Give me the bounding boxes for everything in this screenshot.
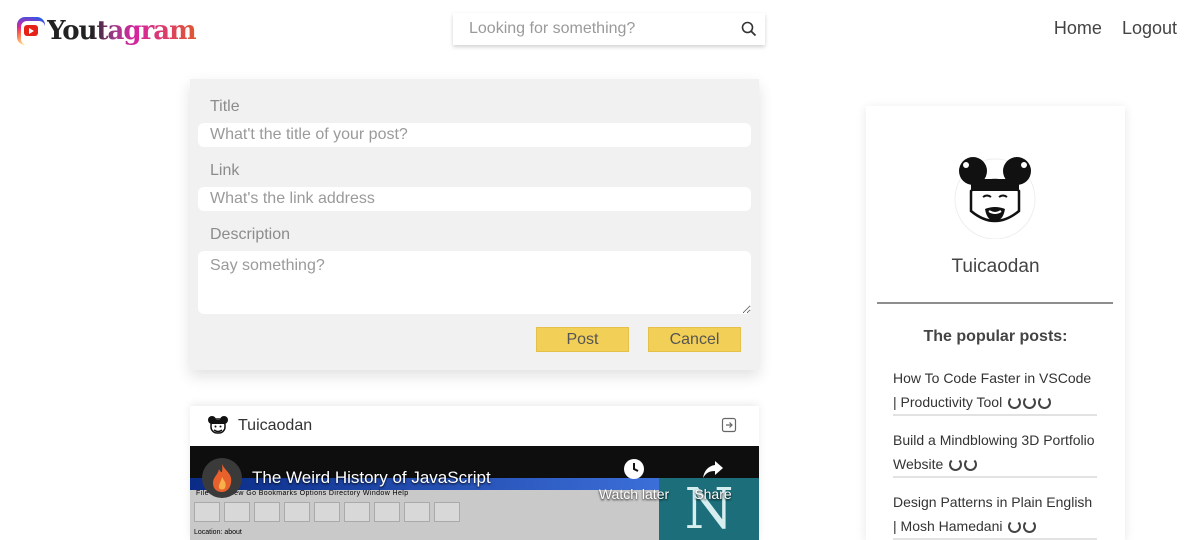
title-input[interactable] — [198, 123, 751, 147]
loading-icon — [1008, 520, 1022, 533]
create-post-form: Title Link Description Post Cancel — [190, 79, 759, 370]
profile-username: Tuicaodan — [951, 256, 1040, 277]
watch-later-button[interactable]: Watch later — [598, 458, 670, 502]
link-label: Link — [210, 162, 240, 179]
search-bar — [453, 13, 765, 45]
popular-post-title: Design Patterns in Plain English | Mosh … — [893, 494, 1093, 534]
popular-post-item[interactable]: How To Code Faster in VSCode | Productiv… — [893, 366, 1097, 416]
popular-post-title: How To Code Faster in VSCode | Productiv… — [893, 370, 1092, 410]
link-input[interactable] — [198, 187, 751, 211]
channel-avatar-icon[interactable] — [202, 458, 242, 498]
video-title[interactable]: The Weird History of JavaScript — [252, 468, 491, 488]
loading-icon — [1038, 396, 1052, 409]
share-button[interactable]: Share — [690, 458, 736, 502]
feed-post-card: Tuicaodan File Edit View Go Bookmarks Op… — [190, 406, 759, 540]
logo-icon — [17, 17, 45, 45]
nav-home-link[interactable]: Home — [1054, 18, 1102, 39]
description-textarea[interactable] — [198, 251, 751, 314]
exit-icon[interactable] — [721, 417, 737, 433]
description-label: Description — [210, 226, 291, 243]
cancel-button[interactable]: Cancel — [648, 327, 741, 352]
profile-avatar[interactable] — [947, 151, 1043, 239]
share-label: Share — [694, 486, 732, 502]
loading-icon — [1023, 396, 1037, 409]
author-avatar — [208, 416, 228, 434]
top-nav: Home Logout — [1054, 18, 1177, 39]
loading-icon — [964, 458, 978, 471]
post-button[interactable]: Post — [536, 327, 629, 352]
loading-icon — [1008, 396, 1022, 409]
thumbnail-location-text: Location: about — [194, 529, 242, 536]
thumbnail-menu-text: File Edit View Go Bookmarks Options Dire… — [196, 490, 409, 497]
video-player[interactable]: File Edit View Go Bookmarks Options Dire… — [190, 446, 759, 540]
logo-text: Youtagram — [47, 16, 197, 46]
share-icon — [703, 461, 723, 478]
divider — [877, 302, 1113, 304]
search-input[interactable] — [453, 13, 733, 45]
post-header: Tuicaodan — [190, 406, 759, 446]
title-label: Title — [210, 98, 240, 115]
popular-post-title: Build a Mindblowing 3D Portfolio Website — [893, 432, 1095, 472]
watch-later-label: Watch later — [598, 486, 670, 502]
popular-post-item[interactable]: Build a Mindblowing 3D Portfolio Website — [893, 428, 1097, 478]
loading-icon — [949, 458, 963, 471]
clock-icon — [624, 459, 644, 479]
popular-post-item[interactable]: Design Patterns in Plain English | Mosh … — [893, 490, 1097, 540]
search-icon[interactable] — [733, 13, 765, 45]
post-author-name: Tuicaodan — [238, 417, 313, 434]
profile-card: Tuicaodan The popular posts: How To Code… — [866, 106, 1125, 540]
popular-posts-title: The popular posts: — [923, 328, 1068, 345]
app-logo[interactable]: Youtagram — [17, 13, 197, 49]
nav-logout-link[interactable]: Logout — [1122, 18, 1177, 39]
loading-icon — [1023, 520, 1037, 533]
